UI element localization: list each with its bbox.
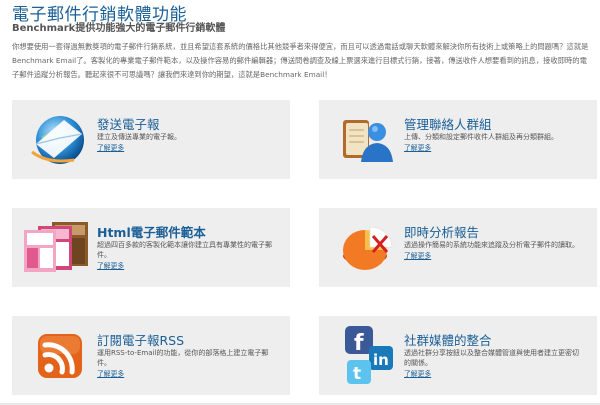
feature-description: 建立及傳送專業的電子報。 [97, 133, 181, 141]
feature-card-send-newsletter: 發送電子報 建立及傳送專業的電子報。 了解更多 [12, 100, 290, 179]
feature-title: 發送電子報 [97, 117, 160, 132]
feature-card-social: f in t 社群媒體的整合 透過社群分享按鈕以及整合媒體管道與使用者建立更密切… [319, 316, 597, 395]
feature-title: 管理聯絡人群組 [404, 117, 492, 132]
intro-paragraph: 你想要使用一套得過無數獎項的電子郵件行銷系統，並且希望這套系統的價格比其他競爭者… [12, 42, 589, 79]
feature-description: 上傳、分類和設定郵件收件人群組及再分類群組。 [404, 133, 558, 141]
learn-more-link[interactable]: 了解更多 [404, 251, 584, 261]
feature-title: 訂閱電子報RSS [97, 333, 185, 348]
learn-more-link[interactable]: 了解更多 [404, 369, 584, 379]
social-media-icon: f in t [337, 324, 397, 384]
templates-icon [22, 216, 92, 276]
feature-title: 即時分析報告 [404, 225, 480, 240]
svg-text:in: in [373, 351, 389, 369]
feature-description: 超過四百多款的客製化範本讓你建立具有專業性的電子郵件。 [97, 241, 272, 259]
learn-more-link[interactable]: 了解更多 [97, 261, 277, 271]
feature-title: 社群媒體的整合 [404, 333, 492, 348]
feature-card-reports: 即時分析報告 透過操作簡易的系統功能來追蹤及分析電子郵件的讀取。 了解更多 [319, 208, 597, 287]
feature-card-contacts: 管理聯絡人群組 上傳、分類和設定郵件收件人群組及再分類群組。 了解更多 [319, 100, 597, 179]
svg-text:f: f [354, 331, 364, 356]
contacts-icon [337, 108, 397, 168]
learn-more-link[interactable]: 了解更多 [97, 369, 277, 379]
feature-description: 透過操作簡易的系統功能來追蹤及分析電子郵件的讀取。 [404, 241, 579, 249]
page-subtitle: Benchmark提供功能強大的電子郵件行銷軟體 [12, 23, 226, 34]
learn-more-link[interactable]: 了解更多 [97, 143, 277, 153]
rss-icon [30, 324, 90, 384]
feature-card-templates: Html電子郵件範本 超過四百多款的客製化範本讓你建立具有專業性的電子郵件。 了… [12, 208, 290, 287]
feature-title: Html電子郵件範本 [97, 225, 206, 240]
learn-more-link[interactable]: 了解更多 [404, 143, 584, 153]
feature-description: 透過社群分享按鈕以及整合媒體管道與使用者建立更密切的關係。 [404, 349, 579, 367]
svg-text:t: t [353, 364, 361, 384]
feature-description: 運用RSS-to-Email的功能，從你的部落格上建立電子郵件。 [97, 349, 269, 367]
feature-card-rss: 訂閱電子報RSS 運用RSS-to-Email的功能，從你的部落格上建立電子郵件… [12, 316, 290, 395]
send-newsletter-icon [30, 108, 90, 168]
pie-chart-icon [337, 216, 397, 276]
